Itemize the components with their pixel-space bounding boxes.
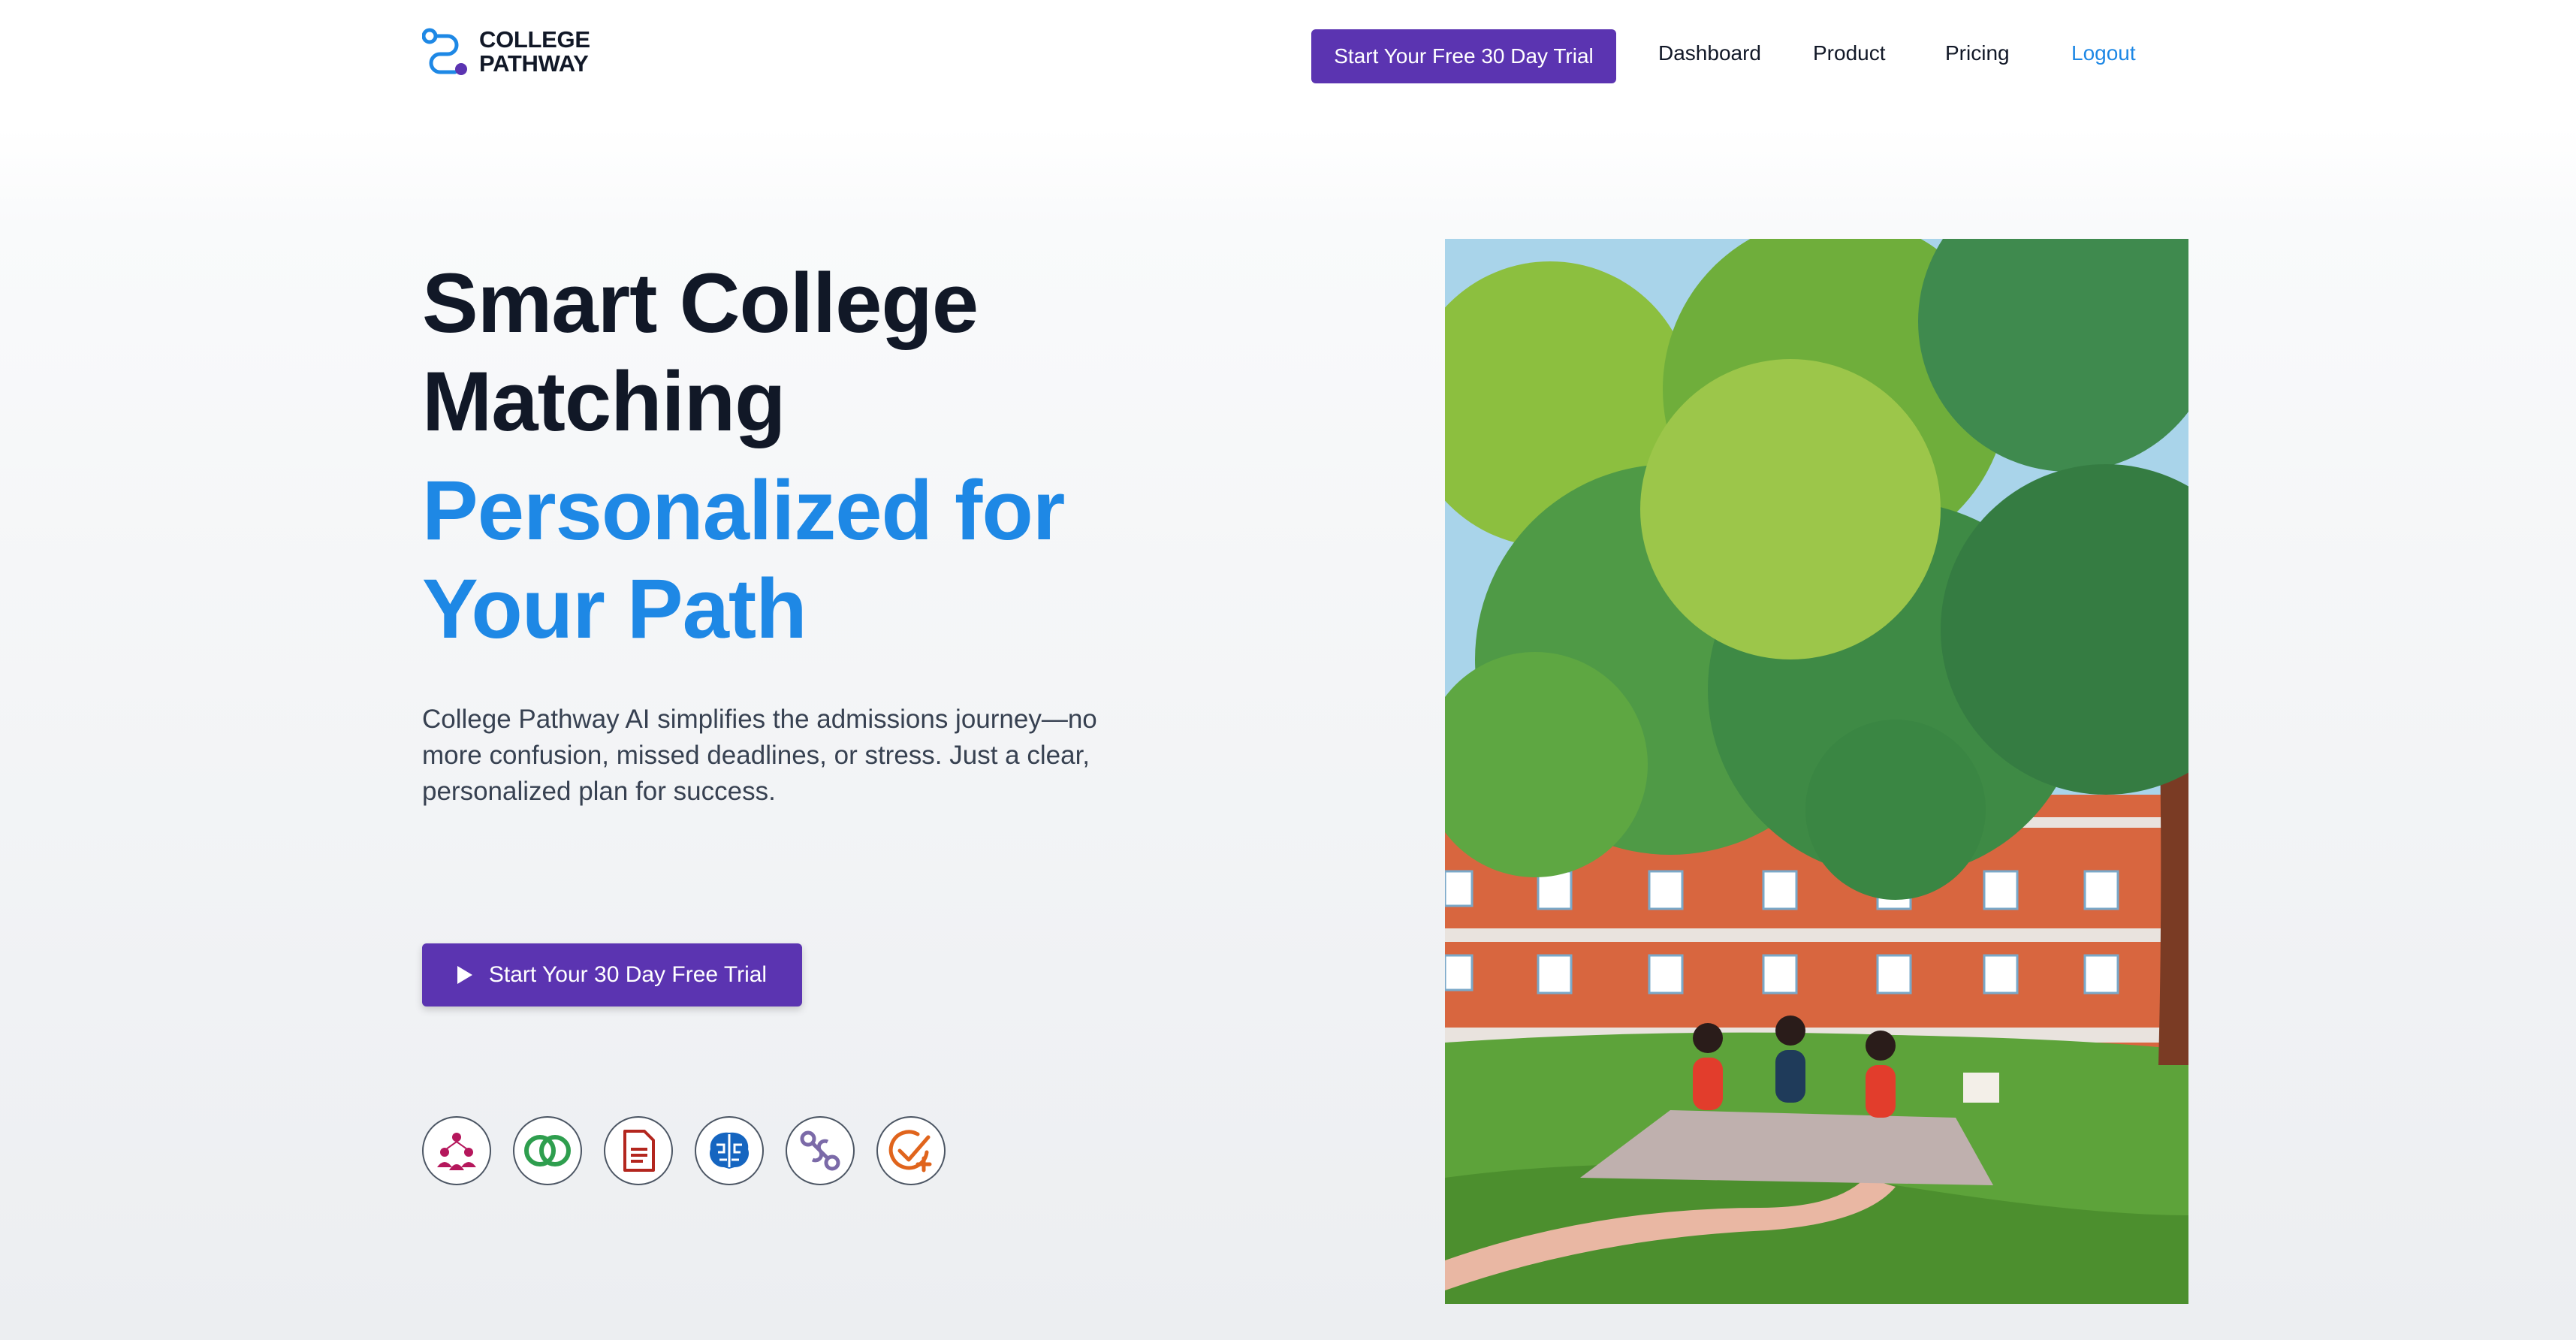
document-icon bbox=[604, 1116, 673, 1185]
path-icon bbox=[786, 1116, 855, 1185]
nav-trial-button[interactable]: Start Your Free 30 Day Trial bbox=[1311, 29, 1616, 83]
logo[interactable]: COLLEGE PATHWAY bbox=[422, 27, 590, 77]
hero-subtitle: Personalized for Your Path bbox=[422, 461, 1248, 658]
campus-scene bbox=[1445, 239, 2188, 1304]
brain-icon bbox=[695, 1116, 764, 1185]
people-network-icon bbox=[422, 1116, 491, 1185]
logo-text: COLLEGE PATHWAY bbox=[479, 28, 590, 76]
campus-illustration bbox=[1445, 239, 2188, 1304]
check-plus-icon bbox=[876, 1116, 946, 1185]
play-icon bbox=[457, 966, 472, 984]
feature-icons-row bbox=[422, 1116, 946, 1185]
logo-line-2: PATHWAY bbox=[479, 50, 589, 77]
hero-title: Smart College Matching bbox=[422, 254, 1248, 451]
hero-description: College Pathway AI simplifies the admiss… bbox=[422, 705, 1097, 806]
nav-product-link[interactable]: Product bbox=[1813, 41, 1886, 65]
hero-title-line-2: Matching bbox=[422, 355, 786, 448]
nav-pricing-link[interactable]: Pricing bbox=[1945, 41, 2010, 65]
logo-line-1: COLLEGE bbox=[479, 26, 590, 53]
overlap-circles-icon bbox=[513, 1116, 582, 1185]
hero-subtitle-line-1: Personalized for bbox=[422, 463, 1065, 557]
hero-subtitle-line-2: Your Path bbox=[422, 562, 807, 656]
hero-trial-button[interactable]: Start Your 30 Day Free Trial bbox=[422, 943, 802, 1007]
hero-title-line-1: Smart College bbox=[422, 256, 979, 350]
hero-trial-button-label: Start Your 30 Day Free Trial bbox=[488, 962, 768, 987]
path-logo-icon bbox=[422, 28, 467, 75]
nav-logout-link[interactable]: Logout bbox=[2071, 41, 2136, 65]
nav-dashboard-link[interactable]: Dashboard bbox=[1658, 41, 1761, 65]
